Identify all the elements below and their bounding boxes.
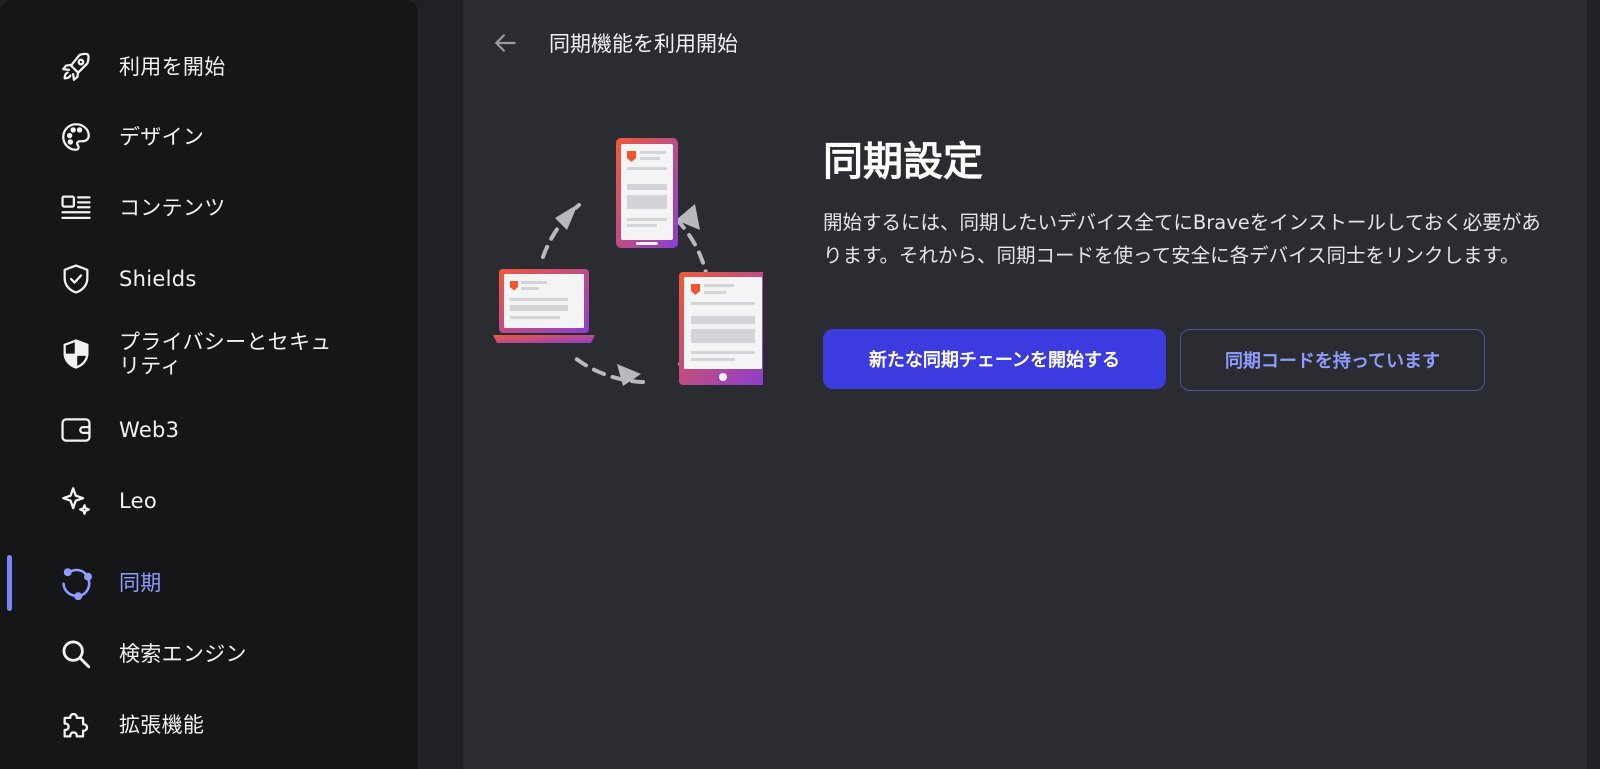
- laptop-device: [493, 269, 595, 343]
- sidebar-item-get-started[interactable]: 利用を開始: [0, 37, 418, 97]
- sync-devices-illustration: [493, 132, 767, 402]
- search-icon: [56, 634, 96, 674]
- sidebar-item-label: 利用を開始: [119, 54, 226, 79]
- page-header: 同期機能を利用開始: [463, 0, 1587, 88]
- arrow-head-icon: [555, 204, 578, 230]
- sidebar-item-label: コンテンツ: [119, 195, 226, 220]
- sidebar-item-shields[interactable]: Shields: [0, 249, 418, 309]
- have-sync-code-button[interactable]: 同期コードを持っています: [1180, 329, 1485, 391]
- arrow-head-icon: [676, 204, 700, 230]
- arrow-left-icon: [493, 30, 519, 60]
- section-heading: 同期設定: [823, 139, 983, 185]
- sidebar-item-label-line2: リティ: [119, 354, 182, 378]
- sidebar-item-label: デザイン: [119, 124, 205, 149]
- sidebar-item-label: Web3: [119, 417, 180, 442]
- content-icon: [56, 188, 96, 228]
- sidebar-item-label: 拡張機能: [119, 712, 205, 737]
- sidebar-item-privacy-security[interactable]: プライバシーとセキュ リティ: [0, 325, 418, 383]
- sync-setup-panel: 同期機能を利用開始 同期設定 開始するには、同期したいデバイス全てにBraveを…: [463, 0, 1587, 769]
- sidebar-item-search-engine[interactable]: 検索エンジン: [0, 624, 418, 684]
- sidebar-gutter: [418, 0, 463, 769]
- sidebar-item-sync[interactable]: 同期: [0, 553, 418, 613]
- privacy-shield-icon: [56, 334, 96, 374]
- sidebar-item-web3[interactable]: Web3: [0, 400, 418, 460]
- back-button[interactable]: [489, 28, 523, 62]
- phone-device: [616, 138, 678, 248]
- sidebar-item-label: プライバシーとセキュ リティ: [119, 330, 332, 378]
- palette-icon: [56, 117, 96, 157]
- sidebar-item-content[interactable]: コンテンツ: [0, 178, 418, 238]
- wallet-icon: [56, 410, 96, 450]
- sidebar-item-label: Shields: [119, 266, 197, 291]
- sidebar-item-leo[interactable]: Leo: [0, 471, 418, 531]
- sidebar-item-label: 検索エンジン: [119, 641, 247, 666]
- sync-icon: [56, 563, 96, 603]
- settings-window: 利用を開始 デザイン コンテンツ Shields プライバシーとセキュ リティ …: [0, 0, 1600, 769]
- setup-description: 開始するには、同期したいデバイス全てにBraveをインストールしておく必要があり…: [823, 211, 1541, 267]
- sidebar-item-label: 同期: [119, 570, 162, 595]
- shield-check-icon: [56, 259, 96, 299]
- sidebar-item-design[interactable]: デザイン: [0, 107, 418, 167]
- sidebar-item-label-line1: プライバシーとセキュ: [119, 330, 332, 354]
- rocket-icon: [56, 47, 96, 87]
- settings-sidebar: 利用を開始 デザイン コンテンツ Shields プライバシーとセキュ リティ …: [0, 0, 418, 769]
- sidebar-item-extensions[interactable]: 拡張機能: [0, 695, 418, 755]
- sparkle-icon: [56, 481, 96, 521]
- tablet-device: [679, 272, 767, 385]
- sidebar-item-label: Leo: [119, 488, 157, 513]
- window-edge: [1587, 0, 1600, 769]
- puzzle-icon: [56, 705, 96, 745]
- start-new-sync-chain-button[interactable]: 新たな同期チェーンを開始する: [823, 329, 1166, 389]
- page-title: 同期機能を利用開始: [549, 32, 738, 56]
